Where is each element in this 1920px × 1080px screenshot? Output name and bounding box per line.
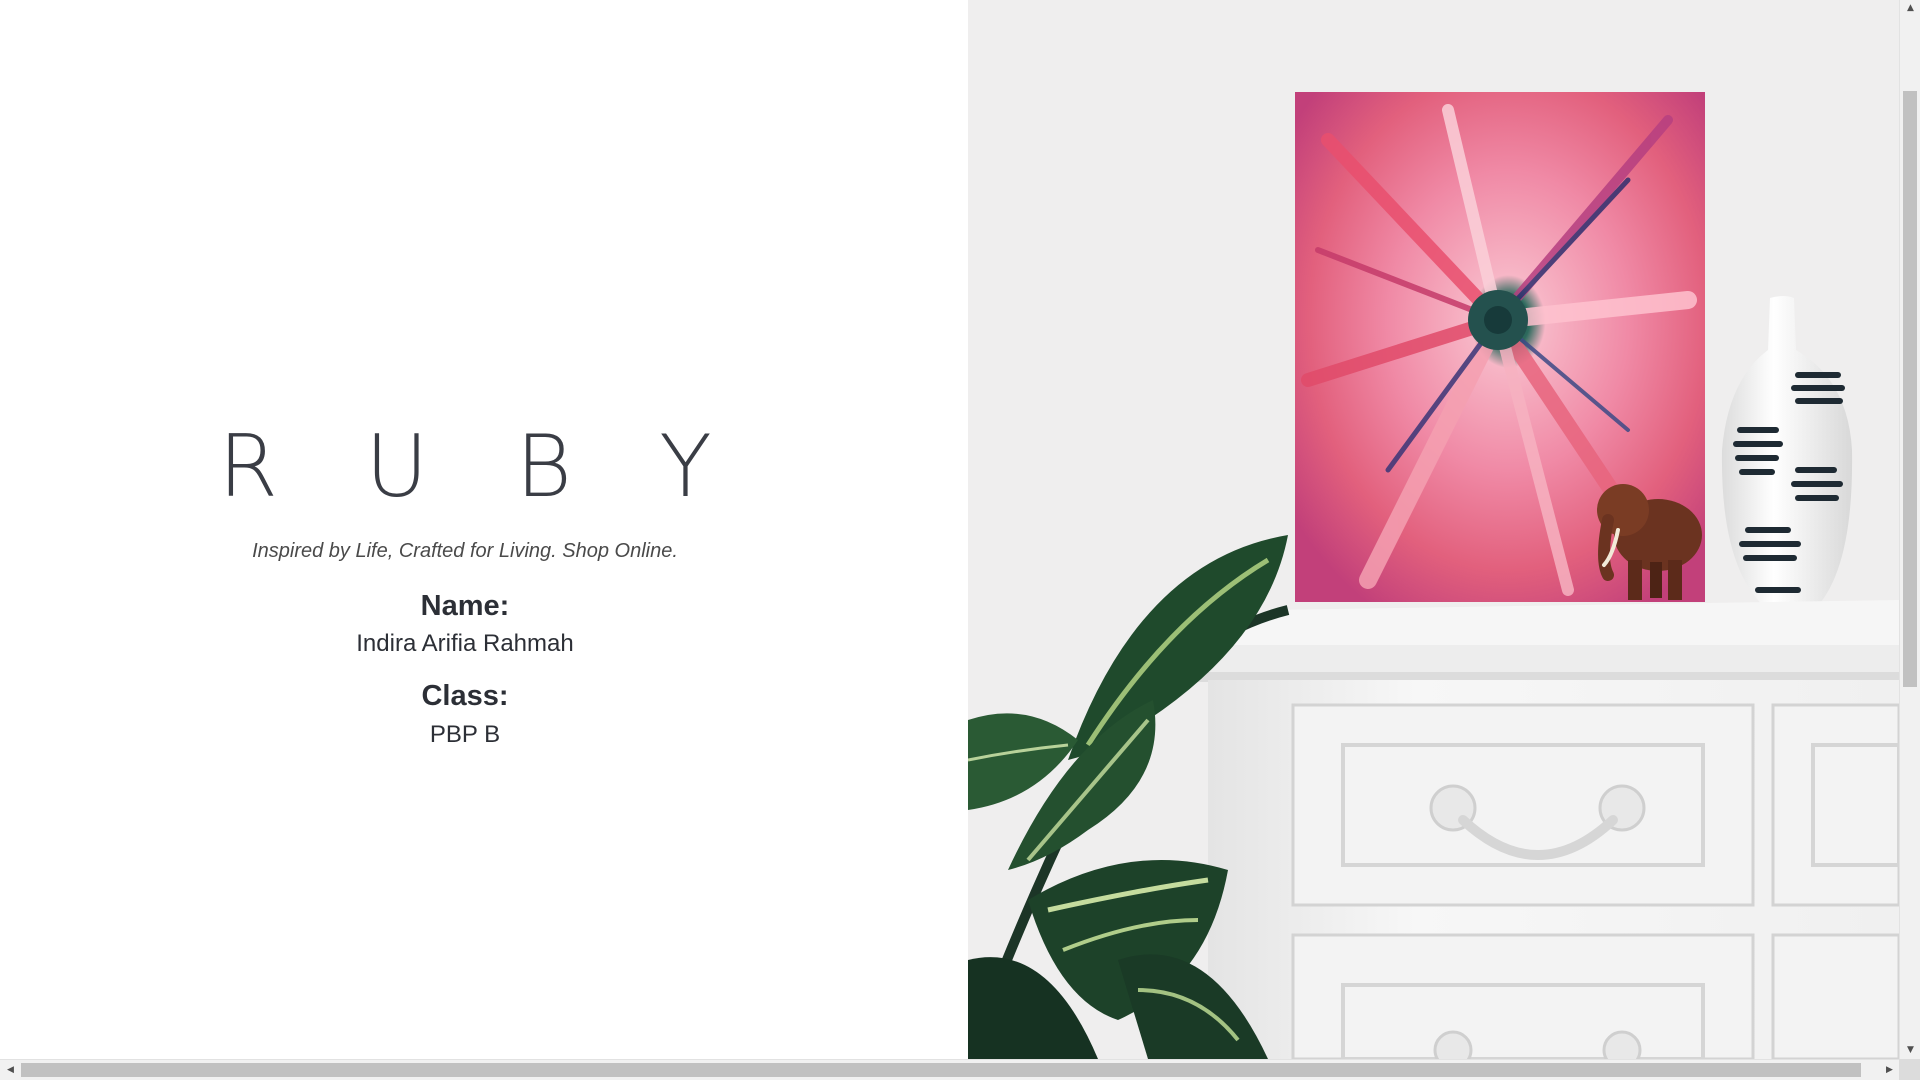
hero-image-panel [968, 0, 1899, 1059]
name-value: Indira Arifia Rahmah [356, 630, 574, 657]
hero-text-panel: R U B Y Inspired by Life, Crafted for Li… [0, 0, 968, 1059]
still-life-photo [968, 0, 1899, 1059]
scroll-up-arrow-icon[interactable]: ▲ [1900, 0, 1920, 17]
scroll-left-arrow-icon[interactable]: ◀ [2, 1060, 19, 1080]
class-value: PBP B [429, 721, 501, 748]
vertical-scroll-thumb[interactable] [1903, 91, 1917, 687]
tagline: Inspired by Life, Crafted for Living. Sh… [252, 540, 678, 562]
horizontal-scrollbar[interactable]: ◀ ▶ [0, 1059, 1920, 1080]
vertical-scrollbar[interactable]: ▲ ▼ [1899, 0, 1920, 1059]
class-label: Class: [421, 680, 509, 712]
horizontal-scroll-thumb[interactable] [21, 1063, 1861, 1077]
brand-logo-text: R U B Y [218, 417, 742, 517]
page-viewport: R U B Y Inspired by Life, Crafted for Li… [0, 0, 1899, 1059]
scroll-down-arrow-icon[interactable]: ▼ [1900, 1042, 1920, 1059]
scrollbar-corner [1899, 1059, 1920, 1080]
white-dresser [1168, 600, 1899, 1059]
scroll-right-arrow-icon[interactable]: ▶ [1881, 1060, 1898, 1080]
name-label: Name: [420, 590, 510, 622]
